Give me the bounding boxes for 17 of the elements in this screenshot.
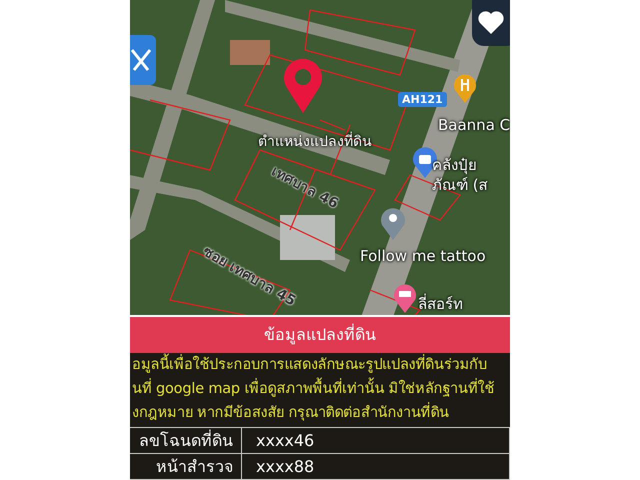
map-pin-icon <box>380 206 406 240</box>
notice-text: งกฎหมาย หากมีข้อสงสัย กรุณาติดต่อสำนักงานที่ดิน <box>130 401 510 425</box>
field-value: xxxx46 <box>242 428 510 454</box>
place-label: ภัณฑ์ (ส <box>432 175 488 196</box>
hotel-pin-icon <box>393 283 417 313</box>
place-label: คลังปุ๋ย <box>432 155 477 176</box>
field-label: ลขโฉนดที่ดิน <box>130 428 242 454</box>
highway-label: AH121 <box>398 92 447 107</box>
notice-text: นที่ google map เพื่อดูสภาพพื้นที่เท่านั้น มิใช่หลักฐานที่ใช้ <box>130 377 510 401</box>
field-value: xxxx88 <box>242 454 510 480</box>
location-pin-icon <box>282 58 324 114</box>
favorite-button[interactable] <box>472 0 510 48</box>
panel-title: ข้อมูลแปลงที่ดิน <box>130 317 510 353</box>
place-label: ลี่สอร์ท <box>418 292 463 315</box>
field-label: หน้าสำรวจ <box>130 454 242 480</box>
notice-text: อมูลนี้เพื่อใช้ประกอบการแสดงลักษณะรูปแปลงที่ดินร่วมกับ <box>130 353 510 377</box>
place-label: Baanna C <box>438 116 510 134</box>
